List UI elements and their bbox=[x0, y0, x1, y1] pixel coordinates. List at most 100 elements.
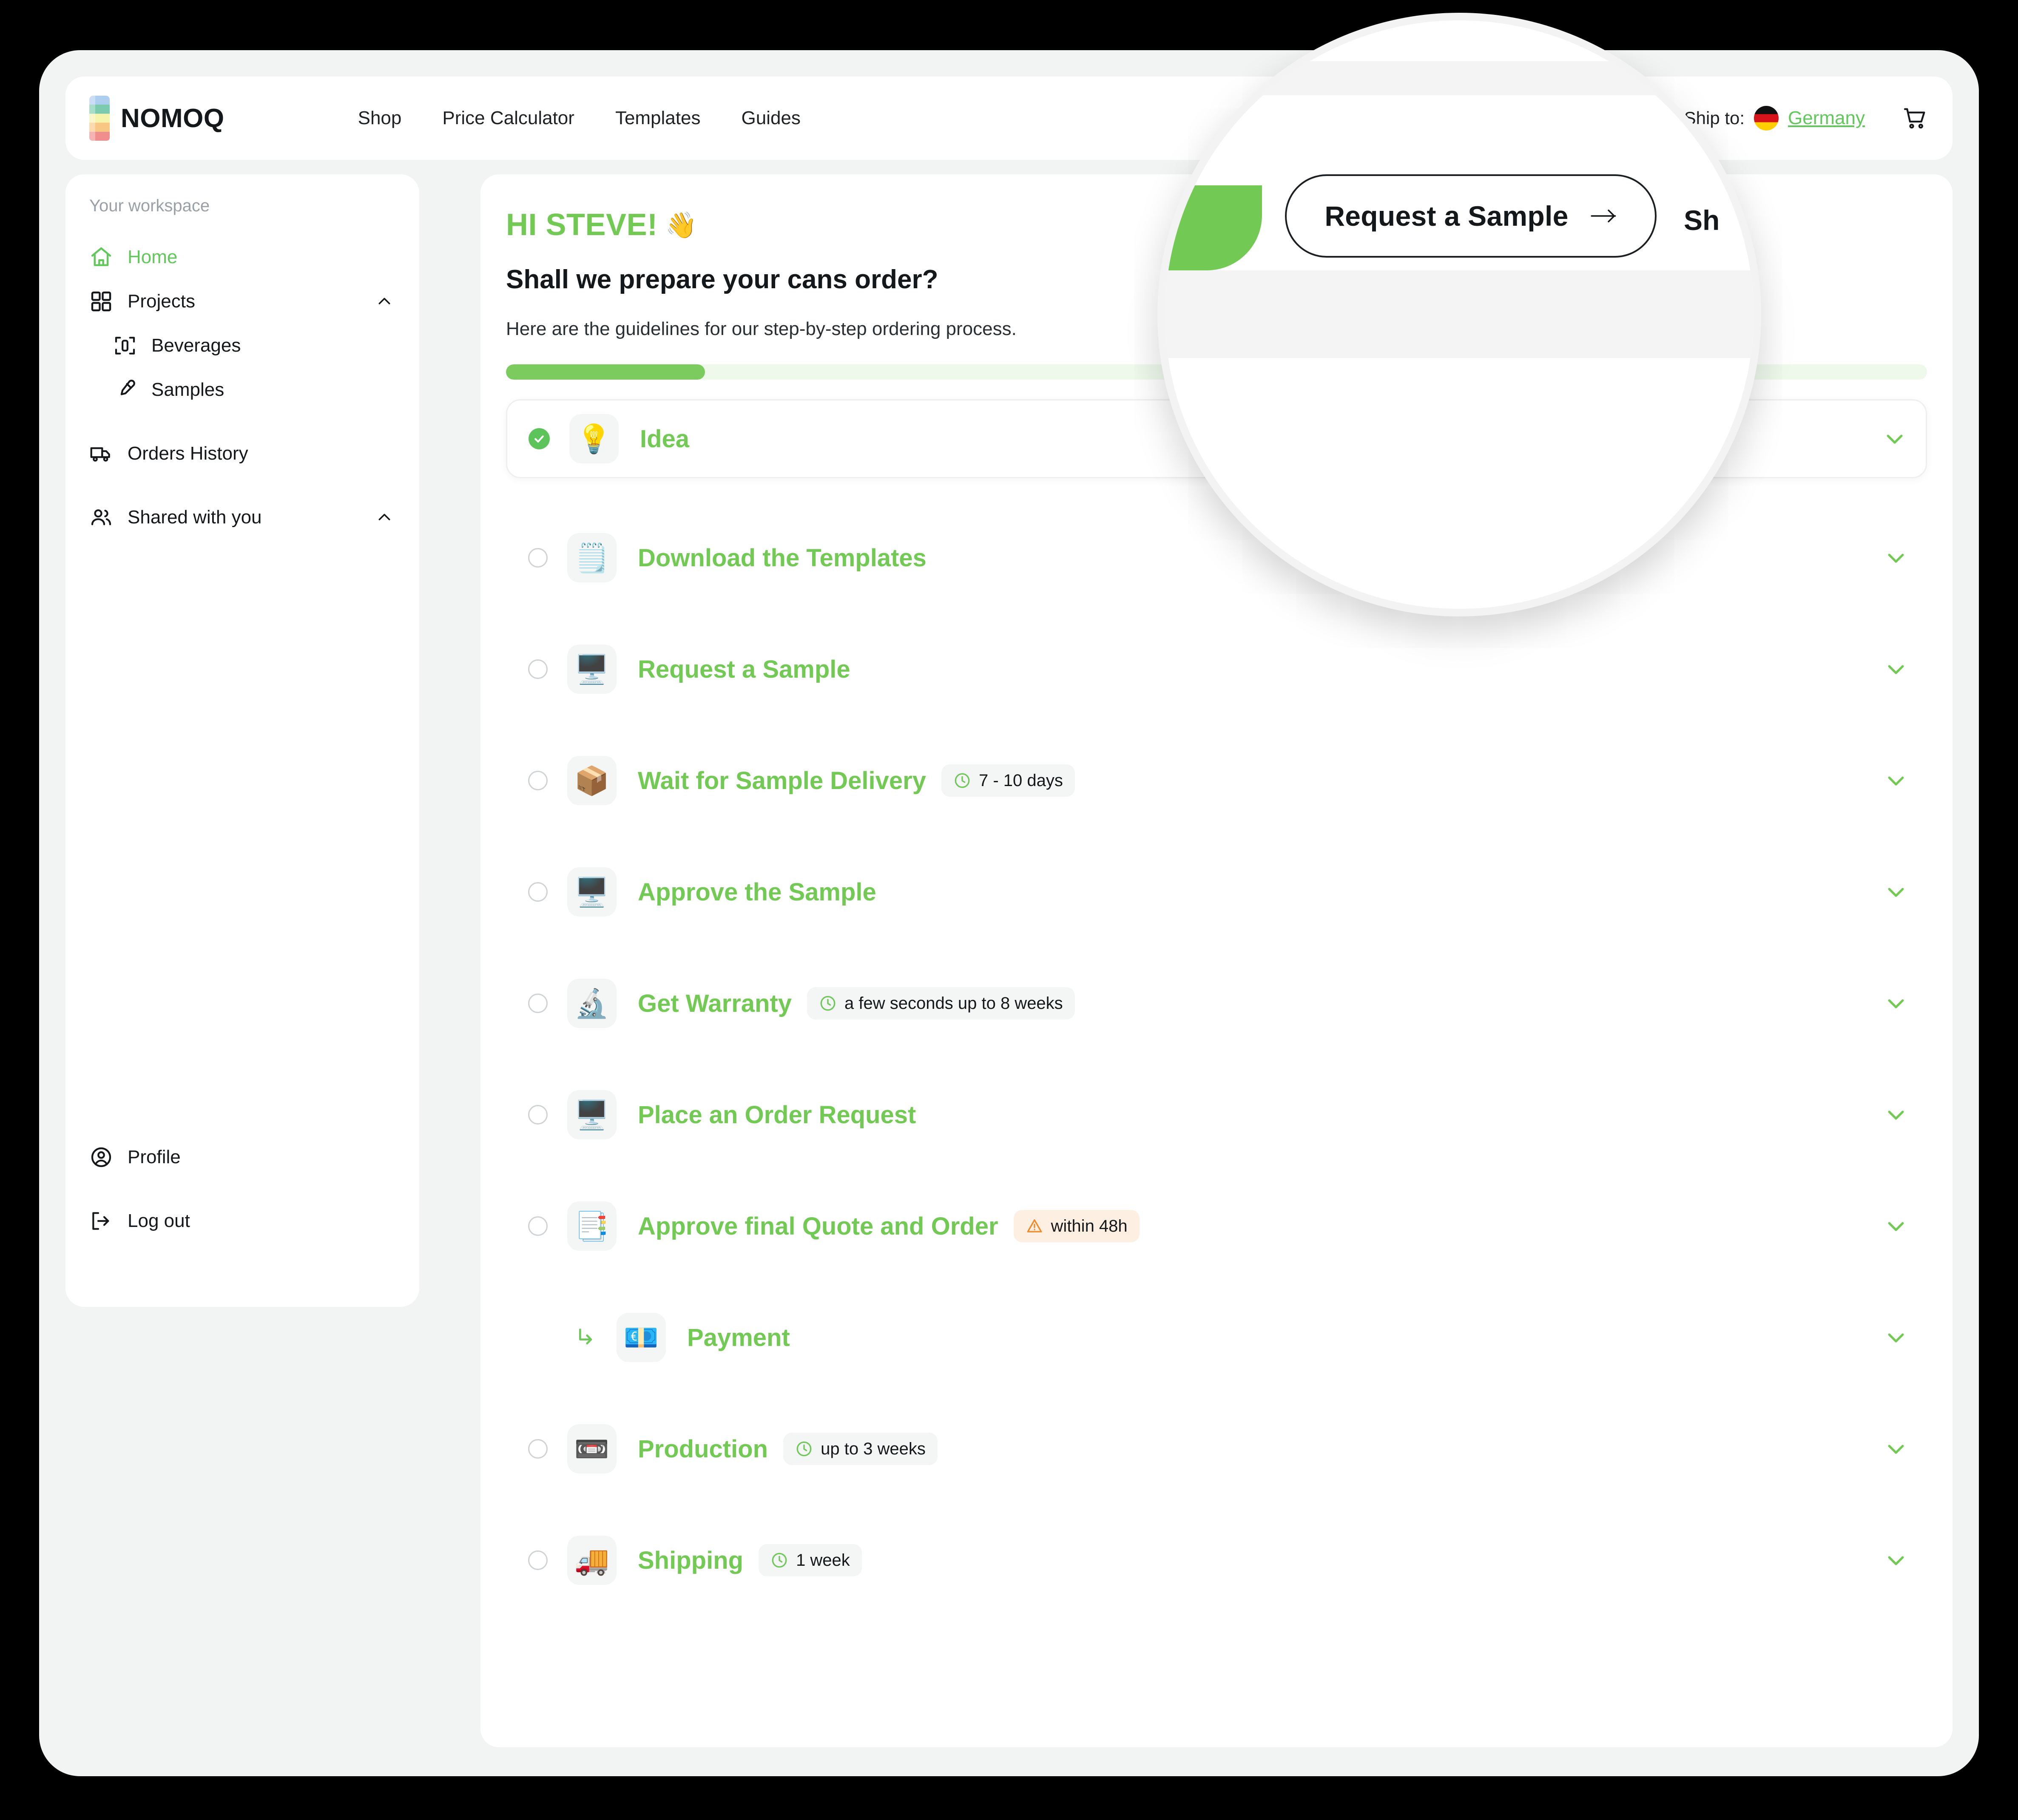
truck-icon bbox=[89, 442, 113, 466]
sidebar-item-shared-with-you[interactable]: Shared with you bbox=[65, 495, 419, 539]
step-radio[interactable] bbox=[528, 1550, 548, 1570]
sidebar-item-samples[interactable]: Samples bbox=[65, 368, 419, 412]
sidebar-item-label: Projects bbox=[128, 291, 195, 312]
sidebar-item-log-out[interactable]: Log out bbox=[65, 1199, 419, 1243]
step-duration-badge: 7 - 10 days bbox=[941, 764, 1075, 797]
step-radio[interactable] bbox=[528, 1105, 548, 1124]
step-label: Approve final Quote and Order bbox=[638, 1212, 998, 1240]
desktop-computer-icon: 🖥️ bbox=[567, 867, 617, 917]
greeting-text: HI STEVE! bbox=[506, 208, 658, 242]
chevron-up-icon[interactable] bbox=[376, 509, 393, 526]
request-a-sample-label: Request a Sample bbox=[1324, 200, 1569, 232]
chevron-down-icon[interactable] bbox=[1884, 546, 1907, 569]
chevron-down-icon[interactable] bbox=[1884, 1549, 1907, 1572]
chevron-down-icon[interactable] bbox=[1884, 1437, 1907, 1460]
grid-icon bbox=[89, 290, 113, 313]
step-radio[interactable] bbox=[528, 771, 548, 790]
step-label: Wait for Sample Delivery bbox=[638, 767, 926, 795]
chevron-up-icon[interactable] bbox=[376, 293, 393, 310]
workspace-label: Your workspace bbox=[89, 196, 210, 215]
step-duration-badge: up to 3 weeks bbox=[783, 1433, 938, 1465]
step-label: Approve the Sample bbox=[638, 878, 876, 906]
sidebar-item-label: Profile bbox=[128, 1147, 181, 1167]
can-scan-icon bbox=[113, 334, 137, 358]
chevron-down-icon[interactable] bbox=[1884, 1103, 1907, 1126]
templates-icon: 🗒️ bbox=[567, 533, 617, 582]
clock-icon bbox=[772, 1553, 787, 1568]
magnifier-strip-top bbox=[1165, 20, 1754, 61]
chevron-down-icon[interactable] bbox=[1884, 1326, 1907, 1349]
step-radio[interactable] bbox=[528, 659, 548, 679]
sidebar-item-profile[interactable]: Profile bbox=[65, 1135, 419, 1179]
step-deadline-badge: within 48h bbox=[1013, 1210, 1140, 1242]
sidebar-bottom-group: Profile Log out bbox=[65, 1135, 419, 1243]
arrow-right-icon bbox=[1591, 209, 1616, 223]
step-row-production[interactable]: 📼 Production up to 3 weeks bbox=[506, 1393, 1927, 1505]
step-label: Place an Order Request bbox=[638, 1101, 916, 1129]
brand-logo[interactable]: NOMOQ bbox=[89, 96, 225, 141]
step-label: Get Warranty bbox=[638, 989, 792, 1017]
warning-icon bbox=[1027, 1219, 1042, 1232]
chevron-down-icon[interactable] bbox=[1883, 427, 1906, 450]
magnifier-ship-to-partial: Sh bbox=[1684, 204, 1720, 236]
package-icon: 📦 bbox=[567, 756, 617, 805]
chevron-down-icon[interactable] bbox=[1884, 769, 1907, 792]
sidebar: Your workspace Home Projects Beverages S… bbox=[65, 174, 419, 1307]
magnifier-content: Buy Pr Request a Sample Sh Ge bbox=[1165, 20, 1754, 609]
step-row-approve-final-quote-and-order[interactable]: 📑 Approve final Quote and Order within 4… bbox=[506, 1170, 1927, 1282]
sidebar-item-label: Samples bbox=[151, 379, 225, 400]
sidebar-item-label: Beverages bbox=[151, 335, 241, 356]
step-radio[interactable] bbox=[528, 882, 548, 902]
nav-link-templates[interactable]: Templates bbox=[615, 108, 701, 129]
step-row-get-warranty[interactable]: 🔬 Get Warranty a few seconds up to 8 wee… bbox=[506, 948, 1927, 1059]
step-duration-badge: a few seconds up to 8 weeks bbox=[807, 987, 1075, 1019]
sub-step-arrow-icon bbox=[579, 1329, 592, 1345]
sidebar-item-home[interactable]: Home bbox=[65, 235, 419, 279]
sidebar-item-projects[interactable]: Projects bbox=[65, 279, 419, 324]
step-row-approve-the-sample[interactable]: 🖥️ Approve the Sample bbox=[506, 836, 1927, 948]
banknotes-icon: 💶 bbox=[617, 1313, 666, 1362]
germany-flag-icon bbox=[1754, 106, 1779, 131]
sidebar-item-beverages[interactable]: Beverages bbox=[65, 324, 419, 368]
step-row-payment[interactable]: 💶 Payment bbox=[506, 1282, 1927, 1393]
step-label: Production bbox=[638, 1435, 768, 1463]
cart-icon[interactable] bbox=[1901, 105, 1929, 132]
step-row-place-an-order-request[interactable]: 🖥️ Place an Order Request bbox=[506, 1059, 1927, 1170]
home-icon bbox=[89, 245, 113, 269]
nav-link-guides[interactable]: Guides bbox=[741, 108, 800, 129]
magnifier-strip-gap bbox=[1165, 61, 1754, 95]
chevron-down-icon[interactable] bbox=[1884, 1215, 1907, 1238]
step-row-request-a-sample[interactable]: 🖥️ Request a Sample bbox=[506, 613, 1927, 725]
desktop-computer-icon: 🖥️ bbox=[567, 645, 617, 694]
country-link[interactable]: Germany bbox=[1788, 108, 1865, 129]
progress-fill bbox=[506, 364, 705, 380]
waving-hand-icon: 👋 bbox=[665, 210, 697, 239]
desktop-computer-icon: 🖥️ bbox=[567, 1090, 617, 1139]
step-duration-text: 7 - 10 days bbox=[978, 771, 1063, 790]
chevron-down-icon[interactable] bbox=[1884, 992, 1907, 1015]
step-radio[interactable] bbox=[528, 1216, 548, 1236]
nav-link-price-calculator[interactable]: Price Calculator bbox=[442, 108, 574, 129]
chevron-down-icon[interactable] bbox=[1884, 658, 1907, 681]
germany-flag-icon bbox=[1727, 170, 1751, 194]
step-label: Shipping bbox=[638, 1546, 744, 1574]
sidebar-item-label: Home bbox=[128, 247, 178, 267]
magnifier-strip-panel-gap bbox=[1165, 317, 1754, 358]
step-row-wait-for-sample-delivery[interactable]: 📦 Wait for Sample Delivery 7 - 10 days bbox=[506, 725, 1927, 836]
step-radio[interactable] bbox=[528, 548, 548, 568]
request-a-sample-button[interactable]: Request a Sample bbox=[1285, 174, 1657, 258]
delivery-truck-icon: 🚚 bbox=[567, 1536, 617, 1585]
step-row-shipping[interactable]: 🚚 Shipping 1 week bbox=[506, 1505, 1927, 1616]
step-radio[interactable] bbox=[528, 1439, 548, 1459]
step-radio[interactable] bbox=[528, 994, 548, 1013]
sidebar-item-orders-history[interactable]: Orders History bbox=[65, 432, 419, 476]
chevron-down-icon[interactable] bbox=[1884, 880, 1907, 903]
magnifier-strip-below-nav bbox=[1165, 270, 1754, 317]
sidebar-item-label: Log out bbox=[128, 1210, 190, 1231]
clock-icon bbox=[796, 1441, 812, 1457]
dropper-icon bbox=[113, 378, 137, 402]
step-duration-text: 1 week bbox=[796, 1550, 850, 1570]
film-frames-icon: 📼 bbox=[567, 1424, 617, 1474]
nav-link-shop[interactable]: Shop bbox=[358, 108, 402, 129]
